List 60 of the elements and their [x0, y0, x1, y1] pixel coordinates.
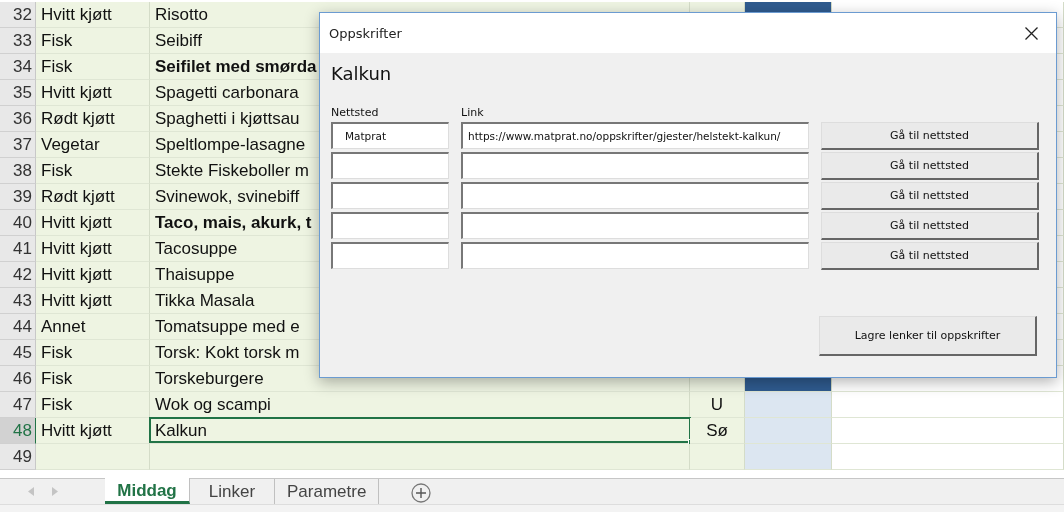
site-field[interactable]: [331, 182, 449, 209]
open-site-button[interactable]: Gå til nettsted: [821, 212, 1039, 240]
table-cell: Fisk: [36, 158, 150, 184]
open-site-button[interactable]: Gå til nettsted: [821, 242, 1039, 270]
row-number[interactable]: 40: [0, 210, 36, 236]
open-site-button[interactable]: Gå til nettsted: [821, 152, 1039, 180]
add-sheet-icon[interactable]: [411, 483, 432, 503]
save-links-button[interactable]: Lagre lenker til oppskrifter: [819, 316, 1037, 356]
table-cell: Hvitt kjøtt: [36, 262, 150, 288]
row-number[interactable]: 49: [0, 444, 36, 470]
window-title: Oppskrifter: [329, 25, 402, 41]
row-number[interactable]: 44: [0, 314, 36, 340]
row-number[interactable]: 43: [0, 288, 36, 314]
open-site-button[interactable]: Gå til nettsted: [821, 182, 1039, 210]
row-number[interactable]: 32: [0, 2, 36, 28]
row-number[interactable]: 47: [0, 392, 36, 418]
row-number[interactable]: 42: [0, 262, 36, 288]
link-field[interactable]: [461, 182, 809, 209]
open-site-button[interactable]: Gå til nettsted: [821, 122, 1039, 150]
table-cell: Fisk: [36, 366, 150, 392]
site-field[interactable]: Matprat: [331, 122, 449, 149]
link-field[interactable]: https://www.matprat.no/oppskrifter/gjester/helstekt-kalkun/: [461, 122, 809, 149]
table-cell: Sø: [690, 418, 745, 444]
site-field[interactable]: [331, 152, 449, 179]
table-cell: Kalkun: [150, 418, 690, 444]
table-cell: Hvitt kjøtt: [36, 236, 150, 262]
row-number[interactable]: 37: [0, 132, 36, 158]
table-cell: Hvitt kjøtt: [36, 210, 150, 236]
link-field[interactable]: [461, 212, 809, 239]
table-cell: Fisk: [36, 340, 150, 366]
row-number[interactable]: 35: [0, 80, 36, 106]
row-number[interactable]: 33: [0, 28, 36, 54]
row-number[interactable]: 46: [0, 366, 36, 392]
row-number[interactable]: 41: [0, 236, 36, 262]
row-number[interactable]: 36: [0, 106, 36, 132]
site-field[interactable]: [331, 242, 449, 269]
field-label: Nettsted: [331, 106, 380, 119]
table-cell: Annet: [36, 314, 150, 340]
table-cell: Hvitt kjøtt: [36, 80, 150, 106]
table-cell: Fisk: [36, 54, 150, 80]
row-number[interactable]: 48: [0, 418, 36, 444]
field-label: Link: [461, 106, 485, 119]
table-cell: Rødt kjøtt: [36, 106, 150, 132]
site-field[interactable]: [331, 212, 449, 239]
table-cell: Wok og scampi: [150, 392, 690, 418]
row-number[interactable]: 34: [0, 54, 36, 80]
table-cell: Fisk: [36, 392, 150, 418]
link-field[interactable]: [461, 152, 809, 179]
row-number[interactable]: 45: [0, 340, 36, 366]
link-field[interactable]: [461, 242, 809, 269]
table-cell: Fisk: [36, 28, 150, 54]
sheet-tab[interactable]: Middag: [105, 478, 190, 504]
table-cell: Rødt kjøtt: [36, 184, 150, 210]
row-number[interactable]: 39: [0, 184, 36, 210]
table-cell: U: [690, 392, 745, 418]
table-cell: Hvitt kjøtt: [36, 288, 150, 314]
table-cell: Hvitt kjøtt: [36, 418, 150, 444]
row-number[interactable]: 38: [0, 158, 36, 184]
table-cell: Hvitt kjøtt: [36, 2, 150, 28]
table-cell: Vegetar: [36, 132, 150, 158]
